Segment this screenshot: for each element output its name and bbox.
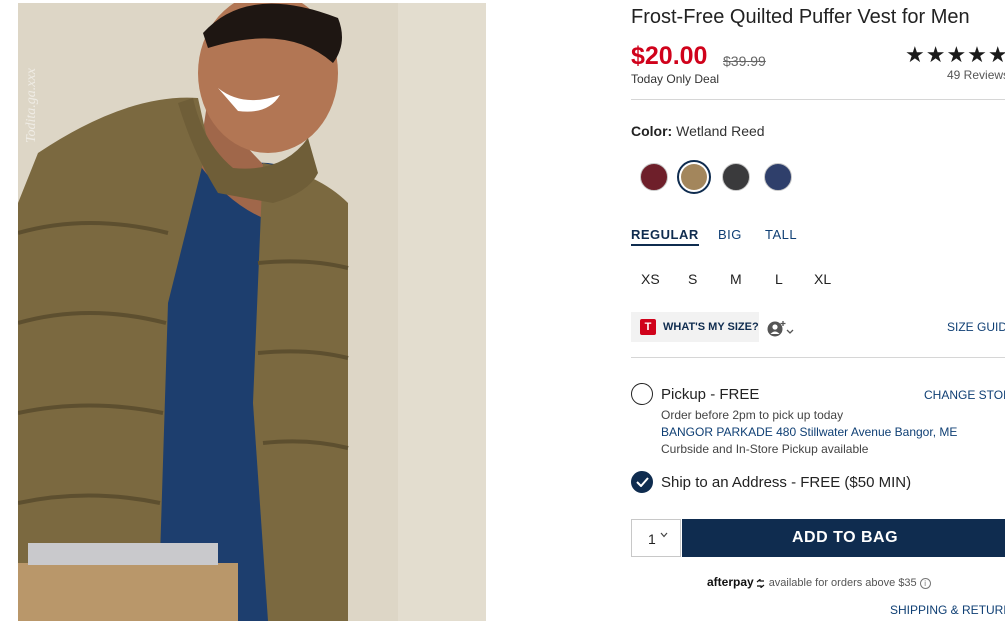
whats-my-size-button[interactable]: T WHAT'S MY SIZE? [631, 312, 759, 342]
divider [631, 99, 1005, 100]
add-to-bag-label: ADD TO BAG [791, 529, 899, 546]
rating-stars[interactable]: ★★★★★ [905, 42, 1005, 68]
sale-price: $20.00 [631, 42, 708, 70]
color-value: Wetland Reed [676, 123, 765, 139]
tab-big[interactable]: BIG [718, 227, 742, 242]
afterpay-info: afterpay available for orders above $35 i [707, 575, 931, 589]
size-guide-link[interactable]: SIZE GUIDE [947, 320, 1005, 334]
afterpay-logo: afterpay [707, 575, 754, 589]
chevron-down-icon [660, 532, 668, 538]
add-to-bag-button[interactable]: ADD TO BAG [682, 519, 1005, 557]
product-details-panel: Frost-Free Quilted Puffer Vest for Men $… [631, 0, 1005, 621]
quantity-select[interactable]: 1 [631, 519, 681, 557]
ship-radio[interactable] [631, 471, 653, 493]
swatch-dark-red[interactable] [640, 163, 668, 191]
store-link[interactable]: BANGOR PARKADE 480 Stillwater Avenue Ban… [661, 425, 957, 439]
pickup-label[interactable]: Pickup - FREE [661, 386, 759, 403]
tab-tall[interactable]: TALL [765, 227, 797, 242]
product-title: Frost-Free Quilted Puffer Vest for Men [631, 6, 970, 28]
quantity-value: 1 [648, 531, 656, 547]
reviews-link[interactable]: 49 Reviews [947, 68, 1005, 82]
color-label: Color: [631, 123, 673, 139]
deal-label: Today Only Deal [631, 72, 720, 86]
swatch-charcoal[interactable] [722, 163, 750, 191]
size-l[interactable]: L [775, 271, 783, 287]
tab-regular[interactable]: REGULAR [631, 227, 699, 246]
ship-to-address-label[interactable]: Ship to an Address - FREE ($50 MIN) [661, 474, 911, 491]
color-selection-label: Color: Wetland Reed [631, 123, 765, 139]
shipping-returns-link[interactable]: SHIPPING & RETURNS [890, 603, 1005, 617]
change-store-link[interactable]: CHANGE STORE [924, 388, 1005, 402]
info-icon[interactable]: i [919, 577, 931, 589]
swatch-wetland-reed[interactable] [677, 160, 711, 194]
original-price: $39.99 [723, 53, 766, 69]
size-xs[interactable]: XS [641, 271, 660, 287]
curbside-note: Curbside and In-Store Pickup available [661, 442, 869, 456]
user-profile-icon[interactable] [766, 318, 794, 338]
afterpay-arrows-icon [756, 577, 765, 589]
afterpay-text: available for orders above $35 [768, 577, 917, 589]
product-image[interactable]: Todita.ga.xxx [18, 3, 486, 621]
true-fit-logo-icon: T [640, 319, 656, 335]
pickup-radio[interactable] [631, 383, 653, 405]
watermark: Todita.ga.xxx [24, 68, 39, 143]
size-s[interactable]: S [688, 271, 697, 287]
divider [631, 357, 1005, 358]
pickup-cutoff-note: Order before 2pm to pick up today [661, 408, 844, 422]
model-photo-illustration [18, 3, 486, 621]
whats-my-size-label: WHAT'S MY SIZE? [663, 321, 759, 333]
size-m[interactable]: M [730, 271, 742, 287]
check-icon [636, 477, 649, 487]
swatch-navy[interactable] [764, 163, 792, 191]
size-xl[interactable]: XL [814, 271, 831, 287]
